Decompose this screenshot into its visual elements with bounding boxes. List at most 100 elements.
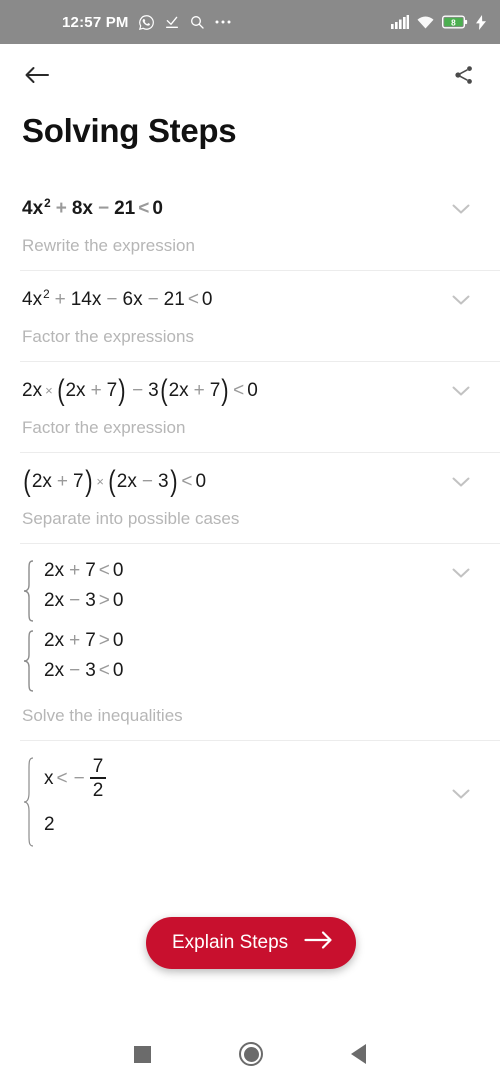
token: 2x — [65, 379, 86, 401]
operator: < — [233, 379, 245, 401]
operator: < — [56, 767, 68, 789]
step-expression: 4x2 + 14 x − 6x − 21 < 0 — [22, 287, 213, 310]
whatsapp-icon — [138, 14, 155, 31]
token: 0 — [152, 197, 163, 219]
token: 0 — [112, 560, 124, 581]
step-expression-system: 2x + 7 > 0 2x − 3 < 0 — [22, 630, 444, 692]
operator: + — [69, 560, 81, 581]
token: x — [82, 197, 93, 219]
step-expression: 2x × ( 2x + 7 ) − 3 ( 2x + 7 ) < 0 — [22, 374, 258, 407]
token: 2x — [44, 590, 65, 611]
chevron-down-icon[interactable] — [452, 566, 470, 578]
token: 2x — [44, 660, 65, 681]
token: 0 — [247, 379, 258, 401]
operator: > — [98, 630, 110, 651]
system-equation: x < − 7 2 — [44, 757, 108, 800]
status-bar: 12:57 PM 8 — [0, 0, 500, 44]
token: 21 — [114, 197, 136, 219]
chevron-down-icon[interactable] — [452, 293, 470, 305]
system-equation: 2 — [44, 814, 108, 836]
back-triangle-icon[interactable] — [351, 1044, 366, 1064]
chevron-down-icon[interactable] — [452, 475, 470, 487]
operator: + — [90, 379, 102, 401]
operator: < — [98, 660, 110, 681]
fraction-denominator: 2 — [92, 780, 104, 801]
explain-steps-label: Explain Steps — [172, 932, 289, 953]
recents-square-icon[interactable] — [134, 1045, 151, 1063]
share-icon — [455, 66, 472, 84]
operator: < — [187, 288, 199, 310]
step-caption: Factor the expression — [22, 418, 186, 437]
step-row[interactable]: 2x + 7 < 0 2x − 3 > 0 2x + 7 > 0 2x − 3 … — [20, 543, 500, 740]
token: 0 — [112, 660, 124, 681]
home-circle-icon[interactable] — [239, 1042, 263, 1066]
token: 3 — [148, 379, 159, 401]
download-complete-icon — [164, 14, 180, 30]
status-bar-clock: 12:57 PM — [62, 13, 129, 31]
explain-steps-button[interactable]: Explain Steps — [146, 917, 357, 969]
system-equation: 2x − 3 > 0 — [44, 590, 123, 612]
token: x — [91, 288, 102, 310]
system-equation: 2x − 3 < 0 — [44, 660, 123, 682]
app-bar — [0, 44, 500, 106]
operator: + — [56, 470, 68, 492]
step-row[interactable]: 2x × ( 2x + 7 ) − 3 ( 2x + 7 ) < 0 Facto… — [20, 361, 500, 452]
token: 7 — [85, 560, 96, 581]
operator: − — [132, 379, 144, 401]
token: 0 — [201, 288, 213, 310]
token: 0 — [112, 590, 124, 611]
system-equation: 2x + 7 > 0 — [44, 630, 123, 652]
operator: + — [69, 630, 81, 651]
curly-brace-icon — [22, 560, 35, 622]
step-row[interactable]: 4x2 + 8x − 21 < 0 Rewrite the expression — [20, 180, 500, 270]
token: 4 — [22, 197, 33, 219]
token: x — [32, 197, 44, 219]
token: 7 — [85, 630, 96, 651]
token: 2x — [168, 379, 189, 401]
signal-bars-icon — [391, 15, 409, 29]
status-bar-left: 12:57 PM — [62, 14, 232, 31]
operator: + — [54, 288, 66, 310]
token: 4 — [22, 288, 33, 310]
chevron-down-icon[interactable] — [452, 384, 470, 396]
status-bar-right: 8 — [391, 14, 486, 30]
fraction-numerator: 7 — [92, 756, 104, 777]
step-row[interactable]: x < − 7 2 2 — [20, 740, 500, 849]
more-options-icon — [214, 19, 232, 25]
operator: × — [96, 473, 104, 489]
operator: < — [138, 197, 150, 219]
page-title: Solving Steps — [22, 112, 237, 149]
chevron-down-icon[interactable] — [452, 202, 470, 214]
token: x — [133, 288, 143, 310]
share-button[interactable] — [450, 61, 478, 89]
curly-brace-icon — [22, 630, 35, 692]
token: 7 — [209, 379, 221, 401]
token: 2 — [44, 814, 55, 835]
token: 14 — [70, 288, 92, 310]
step-expression: ( 2x + 7 ) × ( 2x − 3 ) < 0 — [23, 465, 207, 498]
step-expression: 4x2 + 8x − 21 < 0 — [22, 196, 163, 219]
curly-brace-icon — [22, 757, 35, 849]
step-caption: Factor the expressions — [22, 327, 194, 346]
chevron-down-icon[interactable] — [452, 787, 470, 799]
android-nav-bar — [0, 1025, 500, 1083]
back-button[interactable] — [22, 60, 52, 90]
battery-icon: 8 — [442, 15, 468, 29]
operator: − — [73, 767, 85, 789]
token: 8 — [71, 197, 83, 219]
step-expression-system: x < − 7 2 2 — [22, 757, 444, 849]
token: 3 — [85, 590, 96, 611]
token: x — [44, 767, 54, 789]
step-caption: Solve the inequalities — [22, 706, 183, 725]
token: 0 — [195, 470, 207, 492]
token: x — [32, 288, 43, 310]
step-row[interactable]: ( 2x + 7 ) × ( 2x − 3 ) < 0 Separate int… — [20, 452, 500, 543]
step-expression-system: 2x + 7 < 0 2x − 3 > 0 — [22, 560, 444, 622]
token: 3 — [157, 470, 169, 492]
back-arrow-icon — [25, 67, 49, 83]
step-row[interactable]: 4x2 + 14 x − 6x − 21 < 0 Factor the expre… — [20, 270, 500, 361]
operator: > — [98, 590, 110, 611]
search-icon — [189, 14, 205, 30]
token: 0 — [112, 630, 124, 651]
operator: < — [181, 470, 193, 492]
